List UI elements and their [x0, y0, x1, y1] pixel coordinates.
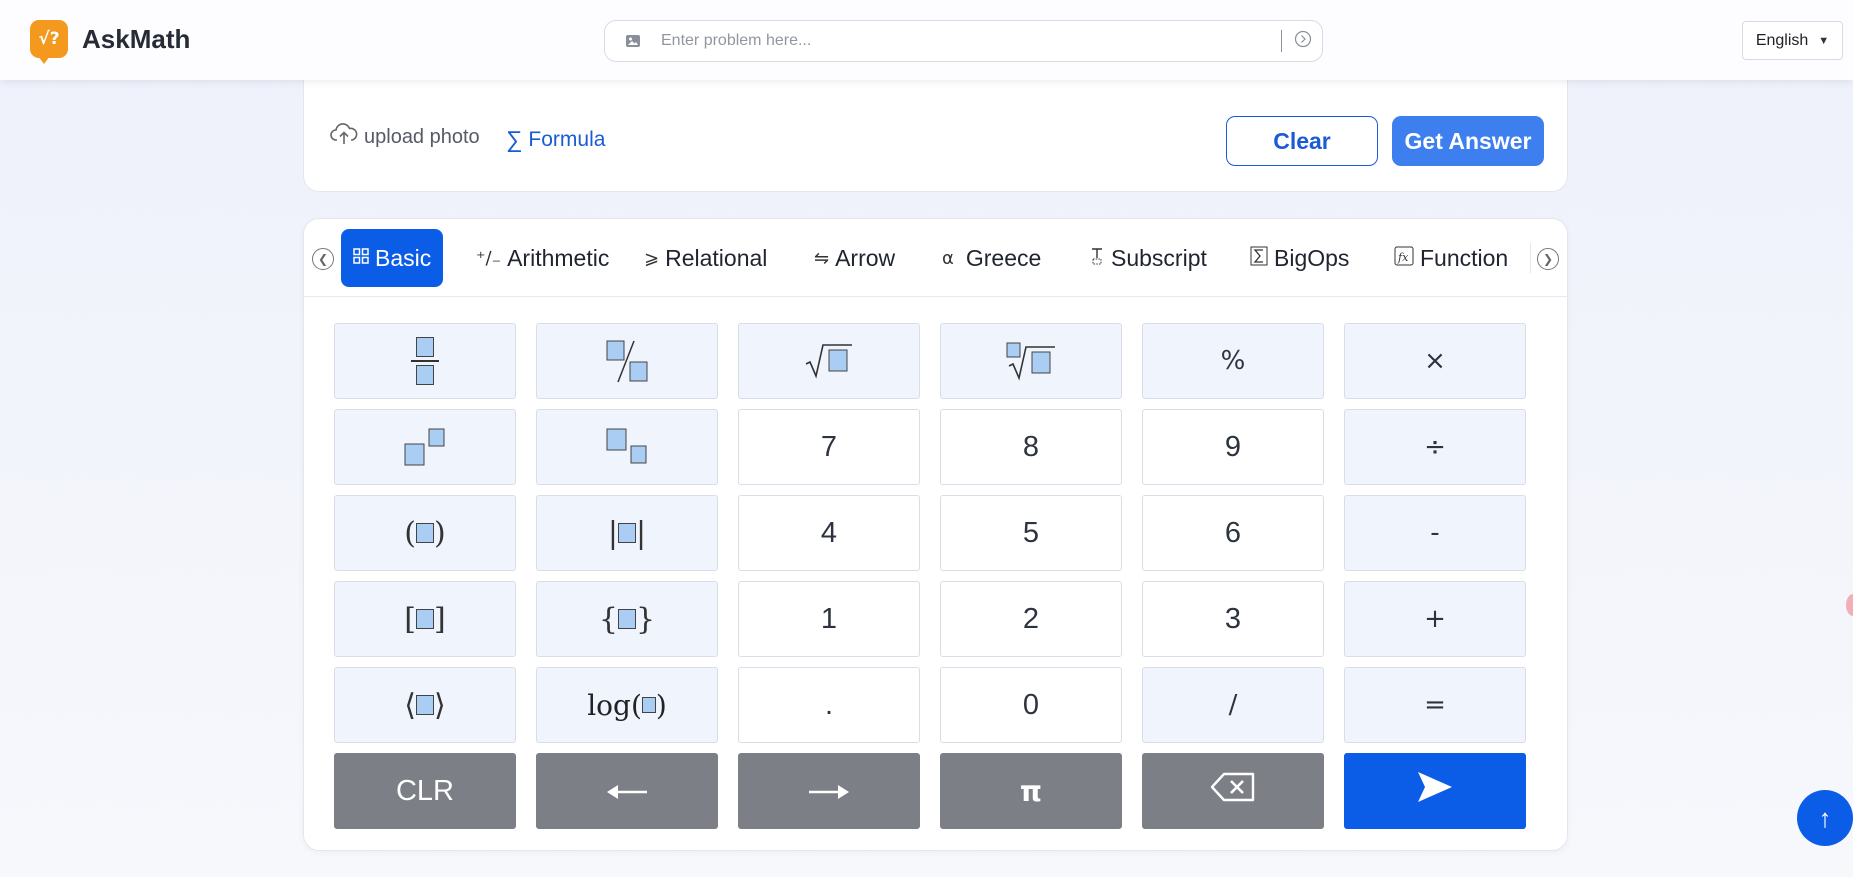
backspace-key[interactable] [1142, 753, 1324, 829]
tab-label: Subscript [1111, 244, 1207, 271]
cloud-upload-icon [330, 122, 358, 152]
divide-key[interactable]: ÷ [1344, 409, 1526, 485]
math-keyboard: ❮ Basic ⁺∕₋ Arithmetic ⩾ Relational ⇋ Ar… [303, 218, 1568, 851]
submit-arrow-icon[interactable] [1294, 30, 1312, 53]
language-label: English [1755, 31, 1809, 49]
upload-photo-label: upload photo [364, 125, 480, 148]
logo-icon: √? [30, 20, 68, 64]
tab-arrow[interactable]: ⇋ Arrow [814, 229, 895, 287]
send-icon [1416, 770, 1454, 812]
arrows-icon: ⇋ [814, 247, 830, 269]
digit-5-key[interactable]: 5 [940, 495, 1122, 571]
clear-all-key[interactable]: CLR [334, 753, 516, 829]
nth-root-key[interactable] [940, 323, 1122, 399]
tab-label: Greece [965, 244, 1042, 271]
brand-name: AskMath [82, 23, 191, 54]
function-icon: fx [1394, 246, 1414, 271]
floating-widget-edge[interactable] [1846, 594, 1853, 616]
digit-7-key[interactable]: 7 [738, 409, 920, 485]
digit-4-key[interactable]: 4 [738, 495, 920, 571]
key-grid: % × 7 8 9 ÷ () | | 4 5 6 - [] {} 1 2 3… [334, 323, 1526, 829]
problem-search-bar [604, 20, 1323, 62]
grid-icon [353, 247, 369, 269]
minus-key[interactable]: - [1344, 495, 1526, 571]
fraction-key[interactable] [334, 323, 516, 399]
tab-label: Basic [375, 244, 432, 271]
problem-input[interactable] [661, 26, 1281, 56]
decimal-point-key[interactable]: . [738, 667, 920, 743]
tab-arithmetic[interactable]: ⁺∕₋ Arithmetic [476, 229, 609, 287]
pi-label: π [1019, 774, 1043, 808]
tab-subscript[interactable]: Subscript [1089, 229, 1207, 287]
tabs-separator [1530, 243, 1531, 273]
absolute-value-key[interactable]: | | [536, 495, 718, 571]
digit-6-key[interactable]: 6 [1142, 495, 1324, 571]
get-answer-button[interactable]: Get Answer [1392, 116, 1544, 166]
log-key[interactable]: log() [536, 667, 718, 743]
superscript-key[interactable] [334, 409, 516, 485]
digit-3-key[interactable]: 3 [1142, 581, 1324, 657]
inline-fraction-key[interactable] [536, 323, 718, 399]
alpha-icon: α [942, 247, 954, 269]
square-brackets-key[interactable]: [] [334, 581, 516, 657]
svg-text:fx: fx [1397, 251, 1409, 264]
search-divider [1281, 30, 1282, 52]
arrow-left-icon [606, 775, 648, 808]
tab-relational[interactable]: ⩾ Relational [644, 229, 767, 287]
plus-minus-icon: ⁺∕₋ [476, 247, 502, 269]
greater-equal-icon: ⩾ [644, 247, 660, 269]
keyboard-tabs: ❮ Basic ⁺∕₋ Arithmetic ⩾ Relational ⇋ Ar… [304, 219, 1567, 297]
formula-label: Formula [528, 127, 606, 151]
sqrt-key[interactable] [738, 323, 920, 399]
tab-function[interactable]: fx Function [1394, 229, 1508, 287]
sigma-icon: ∑ [506, 126, 523, 152]
clear-button[interactable]: Clear [1226, 116, 1378, 166]
caret-down-icon: ▼ [1818, 34, 1830, 47]
image-icon[interactable] [625, 34, 641, 48]
slash-key[interactable]: / [1142, 667, 1324, 743]
tabs-next-icon[interactable]: ❯ [1537, 248, 1559, 270]
percent-key[interactable]: % [1142, 323, 1324, 399]
digit-1-key[interactable]: 1 [738, 581, 920, 657]
digit-0-key[interactable]: 0 [940, 667, 1122, 743]
tab-greece[interactable]: α Greece [942, 229, 1041, 287]
tab-label: BigOps [1274, 244, 1350, 271]
pi-key[interactable]: π [940, 753, 1122, 829]
digit-2-key[interactable]: 2 [940, 581, 1122, 657]
cursor-right-key[interactable] [738, 753, 920, 829]
scroll-to-top-button[interactable]: ↑ [1797, 790, 1853, 846]
tabs-prev-icon[interactable]: ❮ [312, 248, 334, 270]
subscript-icon [1089, 247, 1105, 270]
app-header: √? AskMath English ▼ [0, 0, 1853, 80]
language-select[interactable]: English ▼ [1742, 21, 1843, 60]
tab-label: Function [1420, 244, 1509, 271]
curly-braces-key[interactable]: {} [536, 581, 718, 657]
angle-brackets-key[interactable]: ⟨ ⟩ [334, 667, 516, 743]
arrow-up-icon: ↑ [1818, 802, 1832, 833]
tab-basic[interactable]: Basic [341, 229, 444, 287]
send-key[interactable] [1344, 753, 1526, 829]
tab-bigops[interactable]: BigOps [1250, 229, 1349, 287]
plus-key[interactable]: + [1344, 581, 1526, 657]
arrow-right-icon [808, 775, 850, 808]
brand-logo[interactable]: √? AskMath [30, 20, 191, 64]
tab-label: Arithmetic [507, 244, 610, 271]
digit-9-key[interactable]: 9 [1142, 409, 1324, 485]
times-key[interactable]: × [1344, 323, 1526, 399]
upload-photo-button[interactable]: upload photo [330, 122, 480, 152]
log-label: log [587, 688, 631, 722]
formula-button[interactable]: ∑ Formula [506, 126, 605, 153]
cursor-left-key[interactable] [536, 753, 718, 829]
digit-8-key[interactable]: 8 [940, 409, 1122, 485]
backspace-icon [1210, 772, 1256, 810]
tab-label: Arrow [835, 244, 896, 271]
equals-key[interactable]: = [1344, 667, 1526, 743]
parentheses-key[interactable]: () [334, 495, 516, 571]
tab-label: Relational [665, 244, 768, 271]
clr-label: CLR [395, 774, 454, 807]
subscript-key[interactable] [536, 409, 718, 485]
bigops-sigma-icon [1250, 246, 1268, 271]
